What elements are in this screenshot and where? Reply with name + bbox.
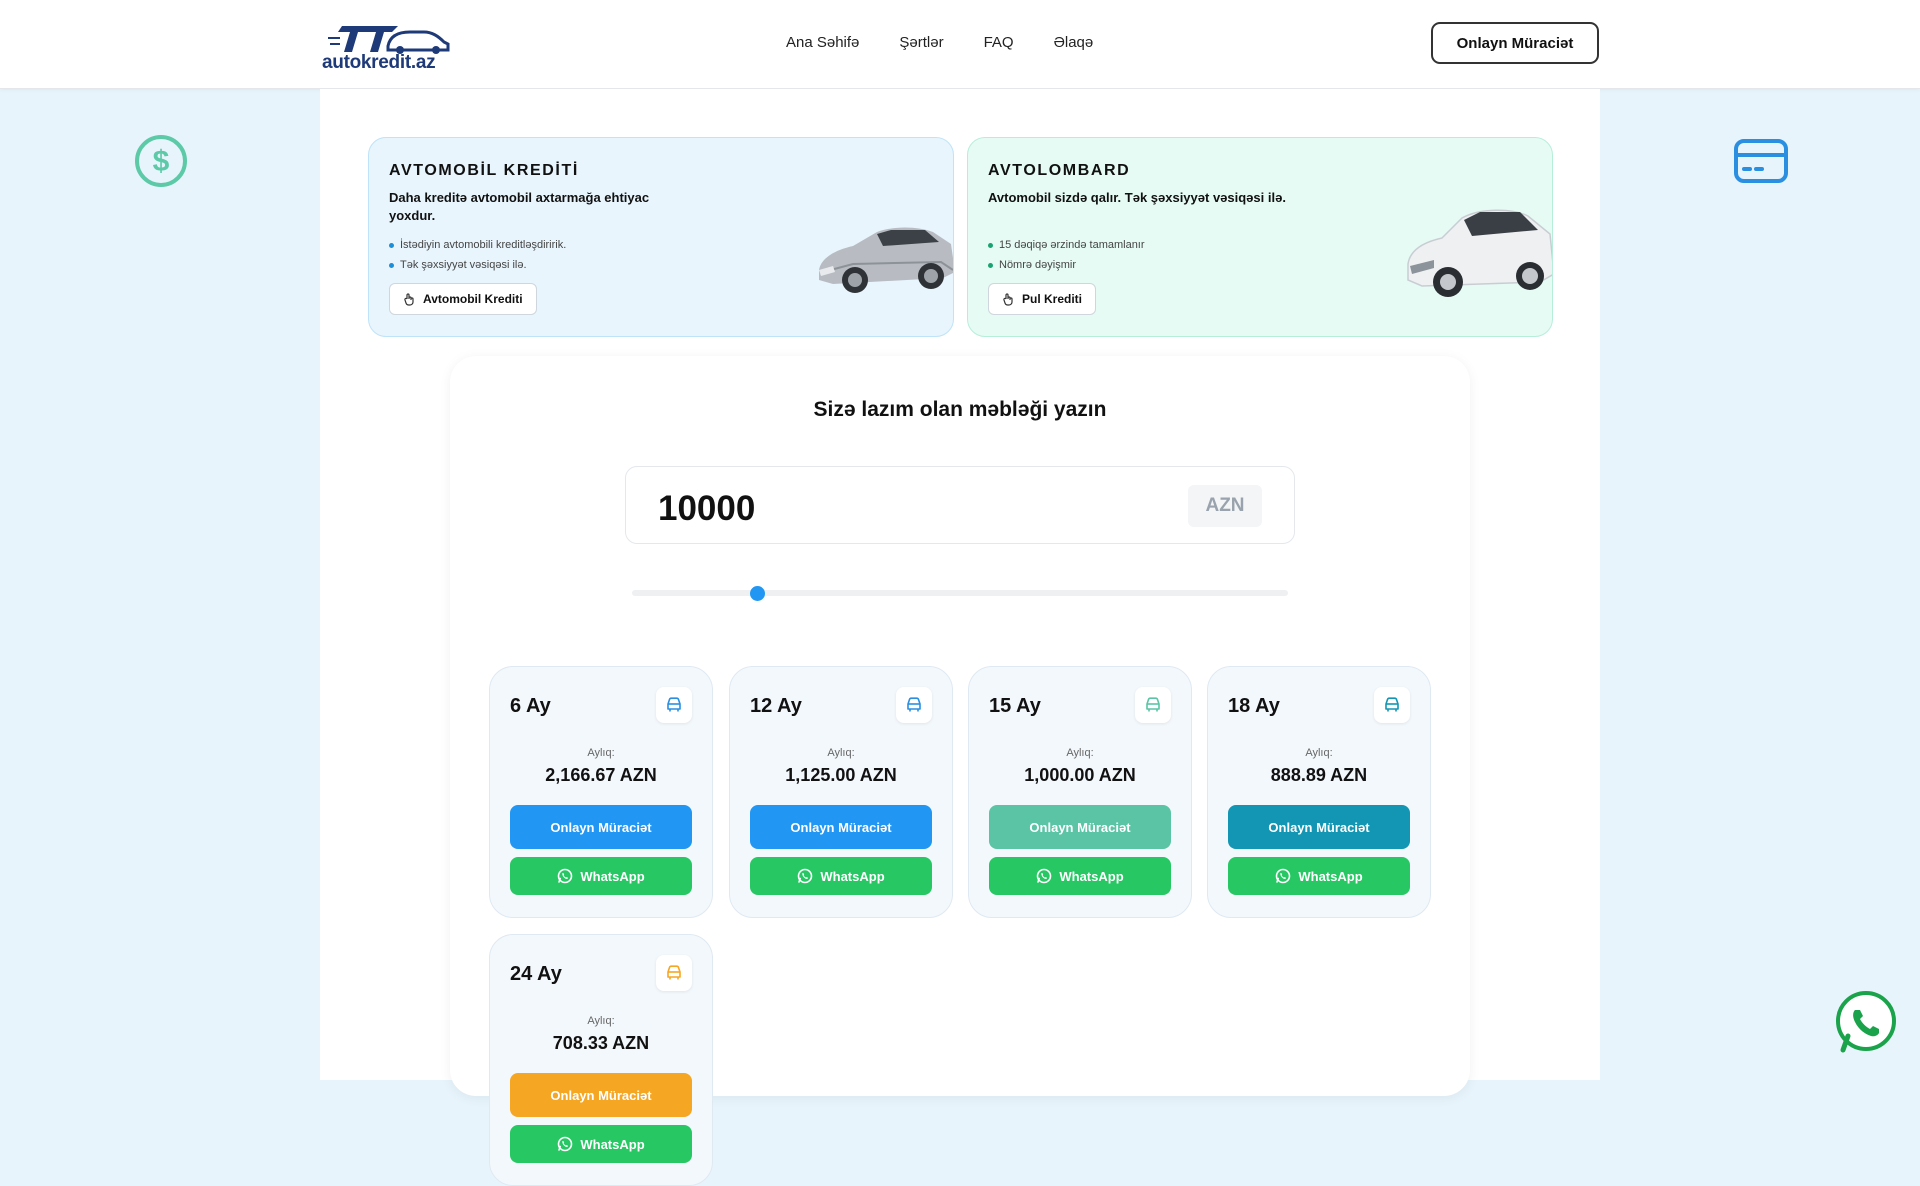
whatsapp-label: WhatsApp (1059, 868, 1124, 884)
plan-car-icon-box (1135, 687, 1171, 723)
amount-input[interactable]: 10000 AZN (625, 466, 1295, 544)
plan-months: 6 Ay (510, 695, 551, 717)
promo-bullet: İstədiyin avtomobili kreditləşdiririk. (389, 235, 566, 255)
car-icon (667, 697, 681, 712)
button-label: Avtomobil Krediti (423, 292, 523, 306)
white-mercedes-image (1407, 209, 1552, 297)
promo-title: AVTOLOMBARD (988, 162, 1131, 179)
nav-home[interactable]: Ana Səhifə (786, 34, 859, 51)
plan-apply-button[interactable]: Onlayn Müraciət (1228, 805, 1410, 849)
cash-loan-button[interactable]: Pul Krediti (988, 283, 1097, 315)
hand-pointer-icon (404, 292, 414, 306)
monthly-label: Aylıq: (1305, 747, 1333, 759)
dollar-circle-icon: $ (135, 135, 187, 187)
promo-bullet: 15 dəqiqə ərzində tamamlanır (988, 235, 1145, 255)
nav-contact[interactable]: Əlaqə (1054, 34, 1094, 51)
monthly-label: Aylıq: (587, 1015, 615, 1027)
amount-slider-track[interactable] (632, 590, 1288, 596)
svg-text:$: $ (153, 145, 170, 178)
promo-subtitle: Avtomobil sizdə qalır. Tək şəxsiyyət vəs… (988, 190, 1286, 205)
promo-bullet: Tək şəxsiyyət vəsiqəsi ilə. (389, 255, 566, 275)
monthly-label: Aylıq: (587, 747, 615, 759)
monthly-amount: 888.89 AZN (1270, 765, 1368, 785)
main-nav: Ana Səhifə Şərtlər FAQ Əlaqə (786, 34, 1093, 51)
plan-card: 24 Ay Aylıq: 708.33 AZN Onlayn Müraciət What… (489, 934, 713, 1186)
plan-card: 18 Ay Aylıq: 888.89 AZN Onlayn Müraciət What… (1207, 666, 1431, 918)
plan-car-icon-box (1374, 687, 1410, 723)
plan-whatsapp-button[interactable]: WhatsApp (1228, 857, 1410, 895)
monthly-label: Aylıq: (827, 747, 855, 759)
nav-terms[interactable]: Şərtlər (899, 34, 943, 51)
header-bar: autokredit.az Ana Səhifə Şərtlər FAQ Əla… (0, 0, 1920, 89)
plan-months: 12 Ay (750, 695, 802, 717)
nav-faq[interactable]: FAQ (984, 34, 1014, 51)
logo-car-icon (328, 26, 450, 54)
plan-months: 15 Ay (989, 695, 1041, 717)
online-apply-button[interactable]: Onlayn Müraciət (1431, 22, 1599, 64)
calculator-title: Sizə lazım olan məbləği yazın (813, 398, 1107, 421)
amount-value: 10000 (658, 489, 756, 528)
whatsapp-label: WhatsApp (580, 868, 645, 884)
car-icon (907, 697, 921, 712)
plan-whatsapp-button[interactable]: WhatsApp (510, 1125, 692, 1163)
credit-card-icon (1734, 139, 1788, 183)
site-logo[interactable]: autokredit.az (320, 18, 460, 74)
monthly-amount: 708.33 AZN (552, 1033, 650, 1053)
monthly-amount: 1,125.00 AZN (785, 765, 897, 785)
promo-car-loan: AVTOMOBİL KREDİTİ Daha kreditə avtomobil… (368, 137, 954, 337)
promo-bullets: İstədiyin avtomobili kreditləşdiririk. T… (389, 235, 566, 275)
whatsapp-label: WhatsApp (580, 1136, 645, 1152)
whatsapp-float-icon[interactable] (1833, 990, 1899, 1056)
whatsapp-icon (798, 868, 813, 884)
promo-subtitle: Daha kreditə avtomobil axtarmağa ehtiyac… (389, 190, 650, 223)
whatsapp-icon (1037, 868, 1052, 884)
currency-tag: AZN (1188, 485, 1262, 527)
car-icon (1385, 697, 1399, 712)
monthly-amount: 2,166.67 AZN (545, 765, 657, 785)
car-loan-button[interactable]: Avtomobil Krediti (389, 283, 537, 315)
car-icon (667, 965, 681, 980)
promo-bullets: 15 dəqiqə ərzində tamamlanır Nömrə dəyiş… (988, 235, 1145, 275)
plan-car-icon-box (656, 687, 692, 723)
monthly-amount: 1,000.00 AZN (1024, 765, 1136, 785)
plan-apply-button[interactable]: Onlayn Müraciət (989, 805, 1171, 849)
plan-card: 12 Ay Aylıq: 1,125.00 AZN Onlayn Müraciət Wh… (729, 666, 953, 918)
whatsapp-icon (558, 1136, 573, 1152)
plan-apply-button[interactable]: Onlayn Müraciət (750, 805, 932, 849)
plan-car-icon-box (896, 687, 932, 723)
plan-car-icon-box (656, 955, 692, 991)
plan-months: 24 Ay (510, 963, 562, 985)
plan-months: 18 Ay (1228, 695, 1280, 717)
button-label: Pul Krediti (1022, 292, 1083, 306)
plan-whatsapp-button[interactable]: WhatsApp (989, 857, 1171, 895)
whatsapp-icon (558, 868, 573, 884)
plan-card: 6 Ay Aylıq: 2,166.67 AZN Onlayn Müraciət Wha… (489, 666, 713, 918)
silver-sedan-image (819, 227, 953, 293)
promo-pawn-loan: AVTOLOMBARD Avtomobil sizdə qalır. Tək ş… (967, 137, 1553, 337)
plan-whatsapp-button[interactable]: WhatsApp (510, 857, 692, 895)
whatsapp-icon (1276, 868, 1291, 884)
plan-card: 15 Ay Aylıq: 1,000.00 AZN Onlayn Müraciət Wh… (968, 666, 1192, 918)
whatsapp-label: WhatsApp (1298, 868, 1363, 884)
whatsapp-label: WhatsApp (820, 868, 885, 884)
promo-title: AVTOMOBİL KREDİTİ (389, 162, 579, 179)
amount-slider-thumb[interactable] (749, 586, 765, 601)
car-icon (1146, 697, 1160, 712)
plan-apply-button[interactable]: Onlayn Müraciət (510, 805, 692, 849)
hand-pointer-icon (1003, 292, 1013, 306)
monthly-label: Aylıq: (1066, 747, 1094, 759)
plan-whatsapp-button[interactable]: WhatsApp (750, 857, 932, 895)
logo-text: autokredit.az (322, 52, 436, 73)
promo-bullet: Nömrə dəyişmir (988, 255, 1145, 275)
